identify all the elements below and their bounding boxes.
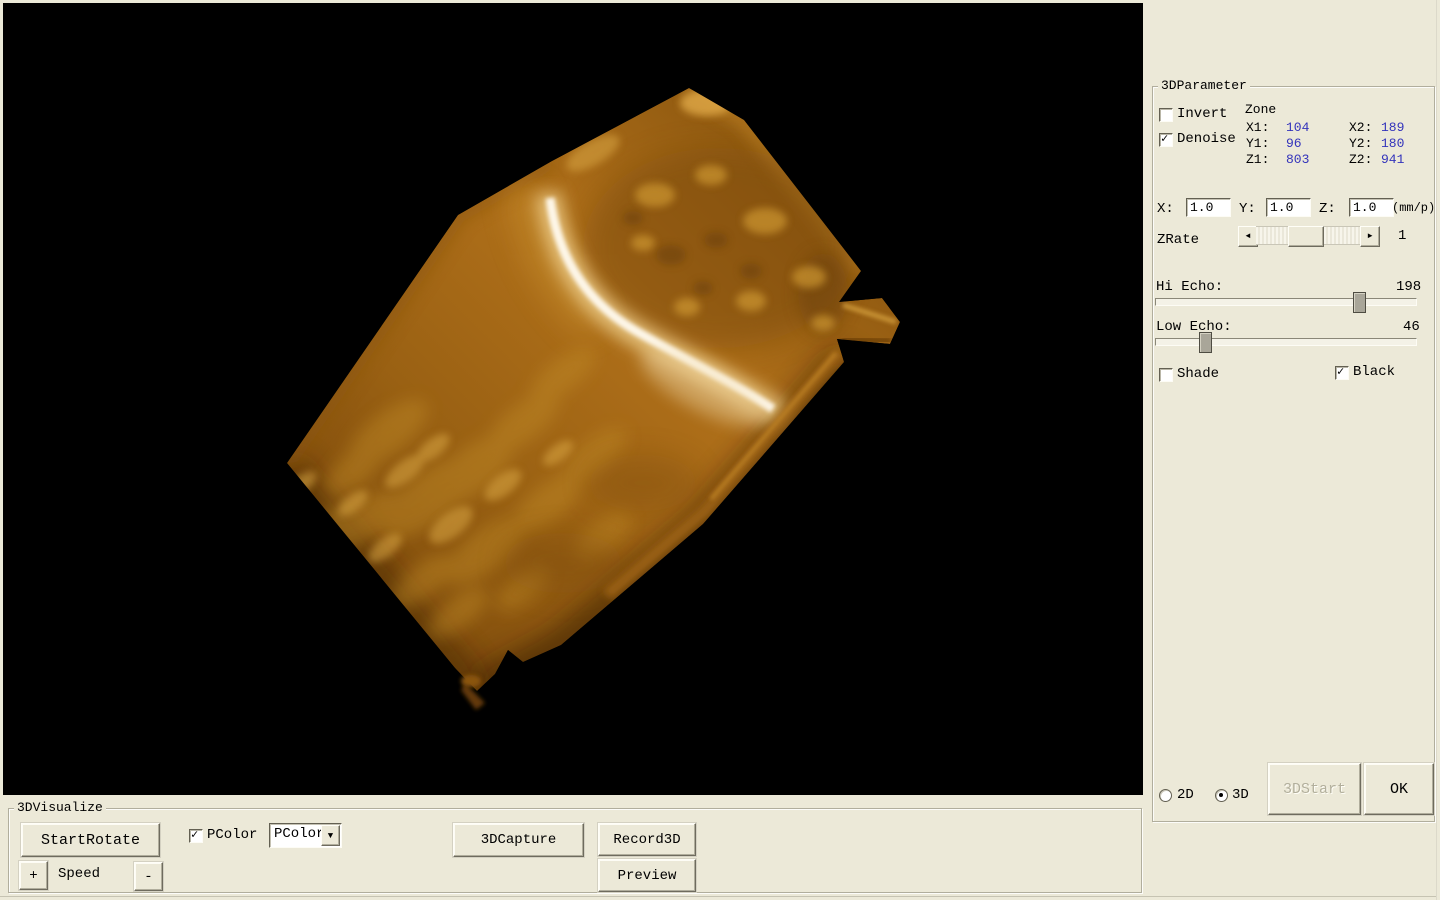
chevron-down-icon[interactable]: ▼ [321,825,340,846]
speed-label: Speed [58,866,100,882]
zone-z2-value: 941 [1381,152,1404,168]
hi-echo-value: 198 [1396,279,1421,295]
zone-z1-label: Z1: [1246,152,1269,168]
zone-label: Zone [1245,102,1276,118]
capture-3d-button[interactable]: 3DCapture [453,823,584,857]
low-echo-label: Low Echo: [1156,319,1232,335]
record-3d-button[interactable]: Record3D [598,823,696,856]
scroll-right-icon[interactable]: ► [1360,226,1380,247]
denoise-checkbox[interactable] [1159,133,1173,147]
zone-x2-value: 189 [1381,120,1404,136]
scale-y-input[interactable] [1266,198,1311,217]
invert-checkbox[interactable] [1159,108,1173,122]
zrate-scrollbar-thumb[interactable] [1288,226,1324,247]
parameter-group: 3DParameter Invert Denoise Zone X1: 104 … [1152,86,1435,822]
black-checkbox[interactable] [1335,366,1349,380]
scroll-left-icon[interactable]: ◄ [1238,226,1258,247]
pcolor-checkbox[interactable] [189,829,203,843]
start-3d-button[interactable]: 3DStart [1268,763,1361,815]
invert-label: Invert [1177,106,1227,122]
pcolor-dropdown-value: PColor [274,826,324,842]
preview-button[interactable]: Preview [598,859,696,892]
render-viewport[interactable] [3,3,1143,795]
scale-z-input[interactable] [1349,198,1394,217]
black-label: Black [1353,364,1395,380]
zone-y2-label: Y2: [1349,136,1372,152]
parameter-group-label: 3DParameter [1158,78,1250,93]
scale-x-label: X: [1157,201,1174,217]
denoise-label: Denoise [1177,131,1236,147]
scale-x-input[interactable] [1186,198,1231,217]
scale-y-label: Y: [1239,201,1256,217]
speed-minus-button[interactable]: - [134,862,163,891]
shade-label: Shade [1177,366,1219,382]
zrate-scrollbar[interactable]: ◄ ► [1238,226,1380,245]
visualize-group: 3DVisualize StartRotate PColor PColor ▼ … [8,808,1142,893]
zone-x2-label: X2: [1349,120,1372,136]
low-echo-value: 46 [1403,319,1420,335]
mode-3d-radio[interactable] [1215,789,1228,802]
visualize-group-label: 3DVisualize [14,800,106,815]
zrate-label: ZRate [1157,232,1199,248]
mode-2d-label: 2D [1177,787,1194,803]
low-echo-slider-thumb[interactable] [1199,332,1212,353]
ultrasound-3d-app-window: { "sidebar": { "group_label": "3DParamet… [0,0,1440,900]
scale-z-label: Z: [1319,201,1336,217]
zone-x1-value: 104 [1286,120,1309,136]
zone-y1-value: 96 [1286,136,1302,152]
window-right-edge [1436,0,1440,900]
low-echo-slider-track[interactable] [1155,338,1417,346]
pcolor-label: PColor [207,827,257,843]
scale-unit-label: (mm/p) [1392,200,1435,216]
speed-plus-button[interactable]: + [19,861,48,890]
zone-z2-label: Z2: [1349,152,1372,168]
shade-checkbox[interactable] [1159,368,1173,382]
zrate-value: 1 [1398,228,1406,244]
mode-3d-label: 3D [1232,787,1249,803]
start-rotate-button[interactable]: StartRotate [21,823,160,857]
zone-z1-value: 803 [1286,152,1309,168]
ok-button[interactable]: OK [1364,763,1434,815]
window-bottom-edge [0,896,1440,900]
hi-echo-slider-thumb[interactable] [1353,292,1366,313]
zone-x1-label: X1: [1246,120,1269,136]
zone-y1-label: Y1: [1246,136,1269,152]
pcolor-dropdown[interactable]: PColor ▼ [269,823,342,848]
hi-echo-slider-track[interactable] [1155,298,1417,306]
ultrasound-3d-render [3,3,1143,795]
mode-2d-radio[interactable] [1159,789,1172,802]
hi-echo-label: Hi Echo: [1156,279,1223,295]
zone-y2-value: 180 [1381,136,1404,152]
